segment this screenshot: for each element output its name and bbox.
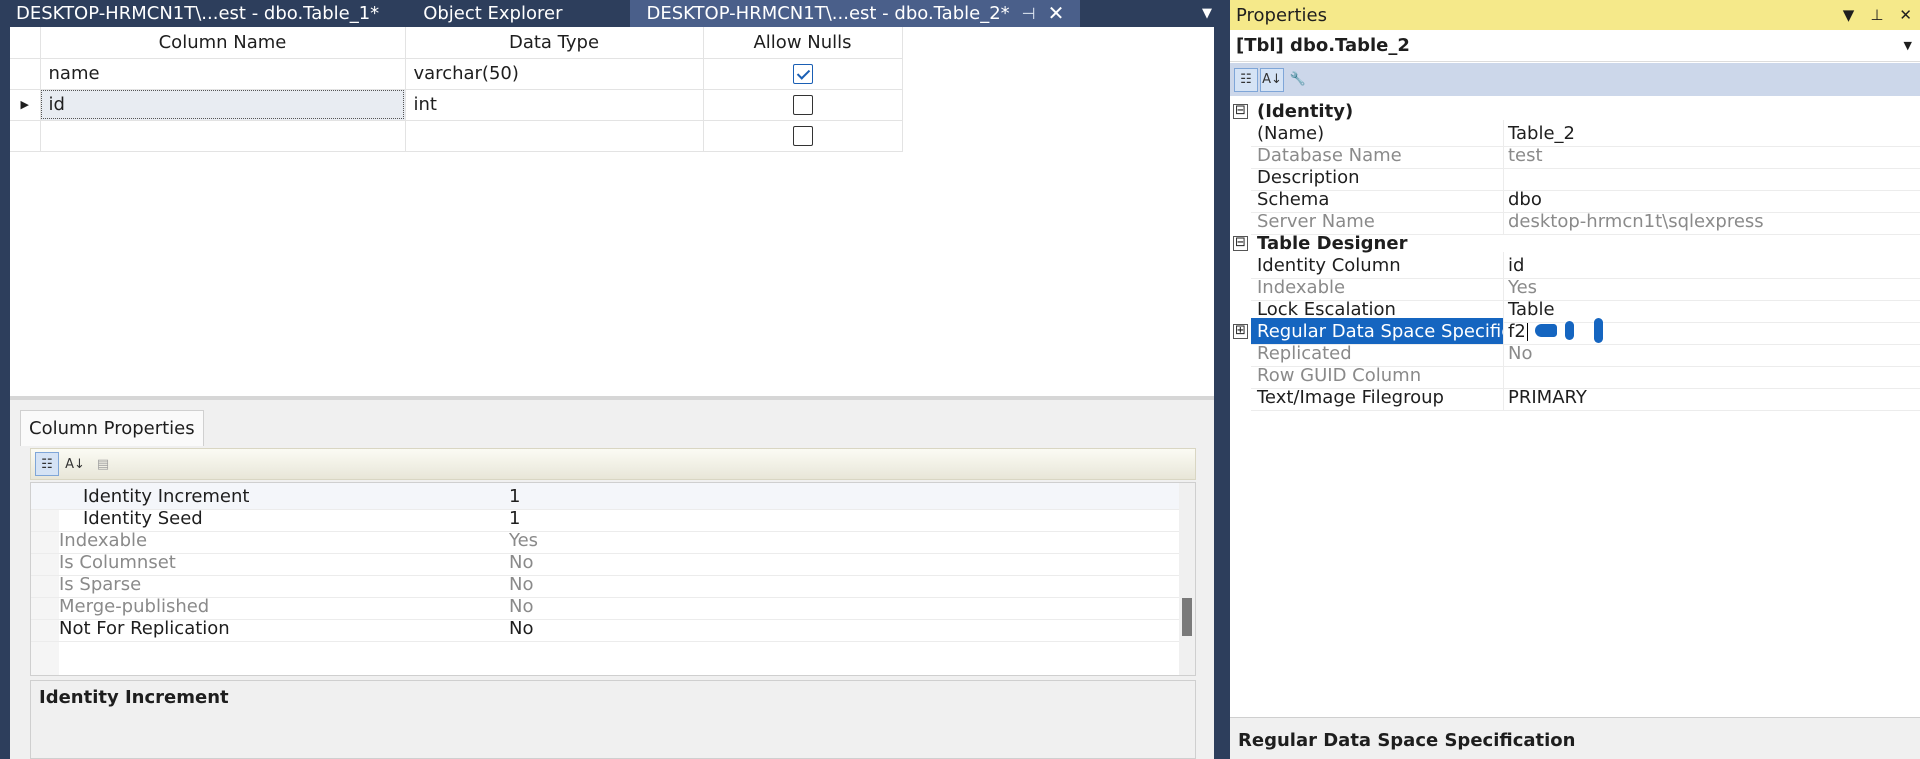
- ink-blob-icon: [1535, 324, 1557, 337]
- close-icon[interactable]: ✕: [1899, 6, 1912, 24]
- table-row[interactable]: [10, 120, 903, 152]
- close-icon[interactable]: ✕: [1048, 0, 1065, 27]
- column-name-cell[interactable]: id: [40, 89, 406, 121]
- column-properties-grid: Identity Increment 1 Identity Seed 1 Ind…: [30, 482, 1196, 676]
- properties-toolbar: ☷ A↓ 🔧: [1230, 63, 1920, 96]
- vertical-scrollbar[interactable]: [1179, 483, 1195, 675]
- property-name: Not For Replication: [59, 618, 230, 639]
- categorized-icon[interactable]: ☷: [1234, 67, 1258, 92]
- data-type-cell[interactable]: int: [405, 89, 704, 121]
- column-name-header: Column Name: [40, 27, 406, 59]
- table-row[interactable]: ▶ id int: [10, 89, 903, 121]
- table-row[interactable]: name varchar(50): [10, 58, 903, 90]
- column-properties-pane: Column Properties ☷ A↓ ▤ Identity Increm…: [10, 400, 1214, 759]
- property-value[interactable]: PRIMARY: [1503, 384, 1920, 411]
- data-type-header: Data Type: [405, 27, 704, 59]
- tab-label: DESKTOP-HRMCN1T\...est - dbo.Table_1*: [16, 3, 380, 24]
- column-designer-grid: Column Name Data Type Allow Nulls name v…: [10, 27, 1214, 396]
- row-header[interactable]: [10, 120, 41, 152]
- wrench-icon[interactable]: 🔧: [1286, 68, 1310, 92]
- collapse-icon[interactable]: ⊟: [1233, 104, 1248, 119]
- allow-nulls-cell: [703, 89, 903, 121]
- column-name-cell[interactable]: [40, 120, 406, 152]
- categorized-icon[interactable]: ☷: [35, 452, 59, 476]
- pin-icon[interactable]: ⊣: [1022, 0, 1036, 27]
- row-header-corner: [10, 27, 41, 59]
- selected-object: [Tbl] dbo.Table_2: [1236, 35, 1410, 56]
- tab-column-properties[interactable]: Column Properties: [20, 410, 204, 446]
- object-selector[interactable]: [Tbl] dbo.Table_2 ▼: [1230, 30, 1920, 62]
- edit-text: f2: [1508, 321, 1526, 342]
- property-value[interactable]: No: [509, 615, 533, 642]
- sort-alphabetical-icon[interactable]: A↓: [63, 452, 87, 476]
- allow-nulls-cell: [703, 58, 903, 90]
- window-position-dropdown-icon[interactable]: ▼: [1843, 6, 1855, 24]
- description-title: Identity Increment: [39, 687, 229, 708]
- tab-table-1[interactable]: DESKTOP-HRMCN1T\...est - dbo.Table_1*: [0, 0, 395, 27]
- description-title: Regular Data Space Specification: [1238, 730, 1576, 751]
- column-name-cell[interactable]: name: [40, 58, 406, 90]
- allow-nulls-checkbox[interactable]: [792, 126, 813, 146]
- allow-nulls-checkbox[interactable]: [792, 64, 813, 84]
- allow-nulls-checkbox[interactable]: [792, 95, 813, 115]
- column-property-description: Identity Increment: [30, 680, 1196, 759]
- property-pages-icon[interactable]: ▤: [91, 452, 115, 476]
- document-area: DESKTOP-HRMCN1T\...est - dbo.Table_1* Ob…: [0, 0, 1218, 759]
- property-row[interactable]: Not For Replication No: [31, 615, 1181, 642]
- scrollbar-thumb[interactable]: [1182, 598, 1192, 636]
- tab-label: DESKTOP-HRMCN1T\...est - dbo.Table_2*: [646, 3, 1010, 24]
- data-type-cell[interactable]: varchar(50): [405, 58, 704, 90]
- row-header[interactable]: [10, 58, 41, 90]
- columns-table: Column Name Data Type Allow Nulls name v…: [10, 27, 903, 152]
- text-caret: [1526, 323, 1528, 341]
- allow-nulls-header: Allow Nulls: [703, 27, 903, 59]
- row-header[interactable]: ▶: [10, 89, 41, 121]
- properties-window: Properties ▼ ⊥ ✕ [Tbl] dbo.Table_2 ▼ ☷ A…: [1226, 0, 1920, 759]
- collapse-icon[interactable]: ⊟: [1233, 236, 1248, 251]
- column-properties-toolbar: ☷ A↓ ▤: [30, 448, 1196, 480]
- ink-blob-icon: [1565, 321, 1574, 340]
- header-row: Column Name Data Type Allow Nulls: [10, 27, 903, 59]
- data-type-cell[interactable]: [405, 120, 704, 152]
- ssms-window: DESKTOP-HRMCN1T\...est - dbo.Table_1* Ob…: [0, 0, 1920, 759]
- expand-icon[interactable]: ⊞: [1233, 324, 1248, 339]
- chevron-down-icon: ▼: [1903, 39, 1912, 52]
- tab-table-2[interactable]: DESKTOP-HRMCN1T\...est - dbo.Table_2* ⊣ …: [630, 0, 1081, 27]
- tab-label: Object Explorer: [423, 3, 563, 24]
- properties-title: Properties: [1236, 4, 1327, 26]
- property-row[interactable]: Text/Image Filegroup PRIMARY: [1230, 384, 1920, 411]
- properties-titlebar: Properties ▼ ⊥ ✕: [1230, 0, 1920, 30]
- document-tabbar: DESKTOP-HRMCN1T\...est - dbo.Table_1* Ob…: [0, 0, 1218, 27]
- properties-grid: ⊟ (Identity) (Name) Table_2 Database Nam…: [1230, 98, 1920, 718]
- sort-alphabetical-icon[interactable]: A↓: [1260, 67, 1284, 92]
- tab-list-dropdown-icon[interactable]: ▼: [1202, 0, 1212, 27]
- tab-object-explorer[interactable]: Object Explorer: [407, 0, 578, 27]
- property-name: Text/Image Filegroup: [1251, 384, 1503, 411]
- current-row-arrow-icon: ▶: [20, 98, 29, 111]
- properties-description: Regular Data Space Specification: [1230, 717, 1920, 759]
- pin-icon[interactable]: ⊥: [1870, 6, 1883, 24]
- allow-nulls-cell: [703, 120, 903, 152]
